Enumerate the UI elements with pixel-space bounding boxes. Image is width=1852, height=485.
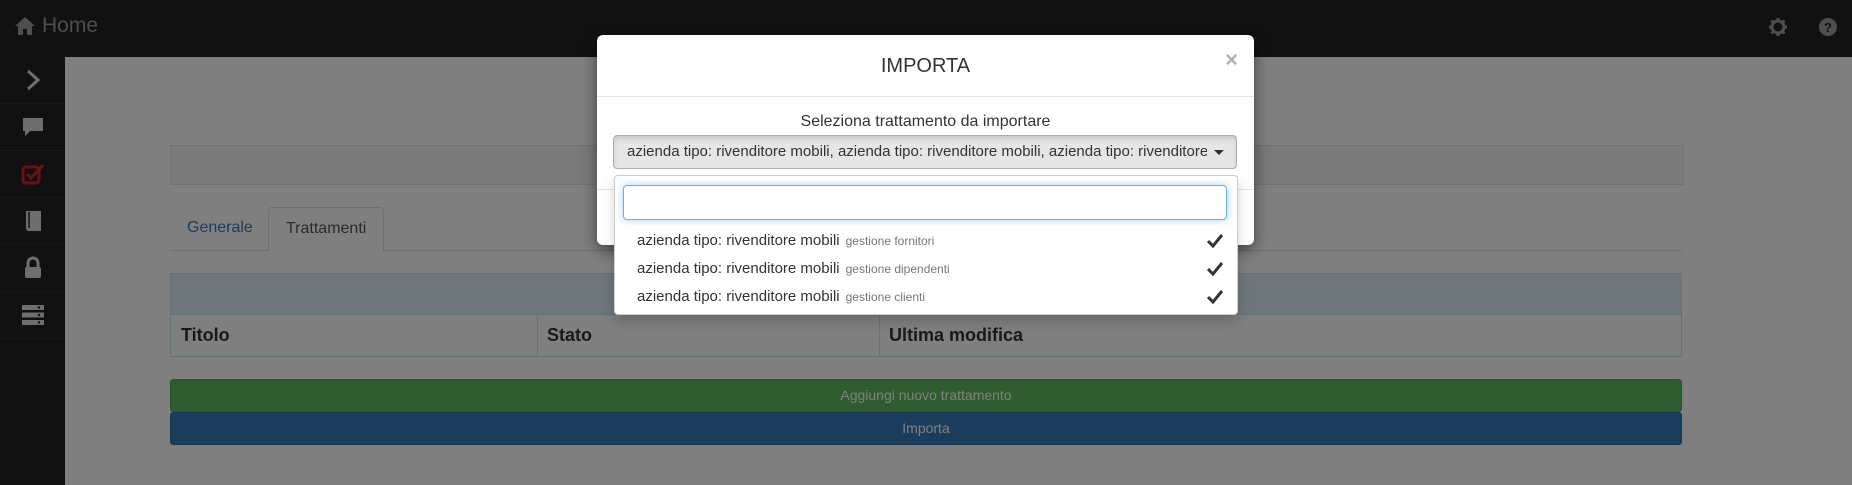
check-icon xyxy=(1207,234,1223,248)
option-label: azienda tipo: rivenditore mobili xyxy=(637,232,840,249)
select-dropdown-menu: azienda tipo: rivenditore mobili gestione… xyxy=(614,175,1238,315)
dropdown-search-input[interactable] xyxy=(623,185,1227,220)
option-subtext: gestione dipendenti xyxy=(845,262,950,276)
select-value: azienda tipo: rivenditore mobili, aziend… xyxy=(627,143,1207,160)
dropdown-option[interactable]: azienda tipo: rivenditore mobili gestione… xyxy=(615,255,1237,283)
option-label: azienda tipo: rivenditore mobili xyxy=(637,260,840,277)
close-icon[interactable]: × xyxy=(1225,47,1238,73)
dropdown-option[interactable]: azienda tipo: rivenditore mobili gestione… xyxy=(615,227,1237,255)
caret-down-icon xyxy=(1214,150,1224,155)
check-icon xyxy=(1207,290,1223,304)
dropdown-option[interactable]: azienda tipo: rivenditore mobili gestione… xyxy=(615,283,1237,311)
treatment-select[interactable]: azienda tipo: rivenditore mobili, aziend… xyxy=(613,135,1237,169)
option-subtext: gestione fornitori xyxy=(845,234,935,248)
option-label: azienda tipo: rivenditore mobili xyxy=(637,288,840,305)
select-label: Seleziona trattamento da importare xyxy=(800,113,1051,130)
modal-title: IMPORTA xyxy=(597,35,1254,97)
option-subtext: gestione clienti xyxy=(845,290,926,304)
check-icon xyxy=(1207,262,1223,276)
